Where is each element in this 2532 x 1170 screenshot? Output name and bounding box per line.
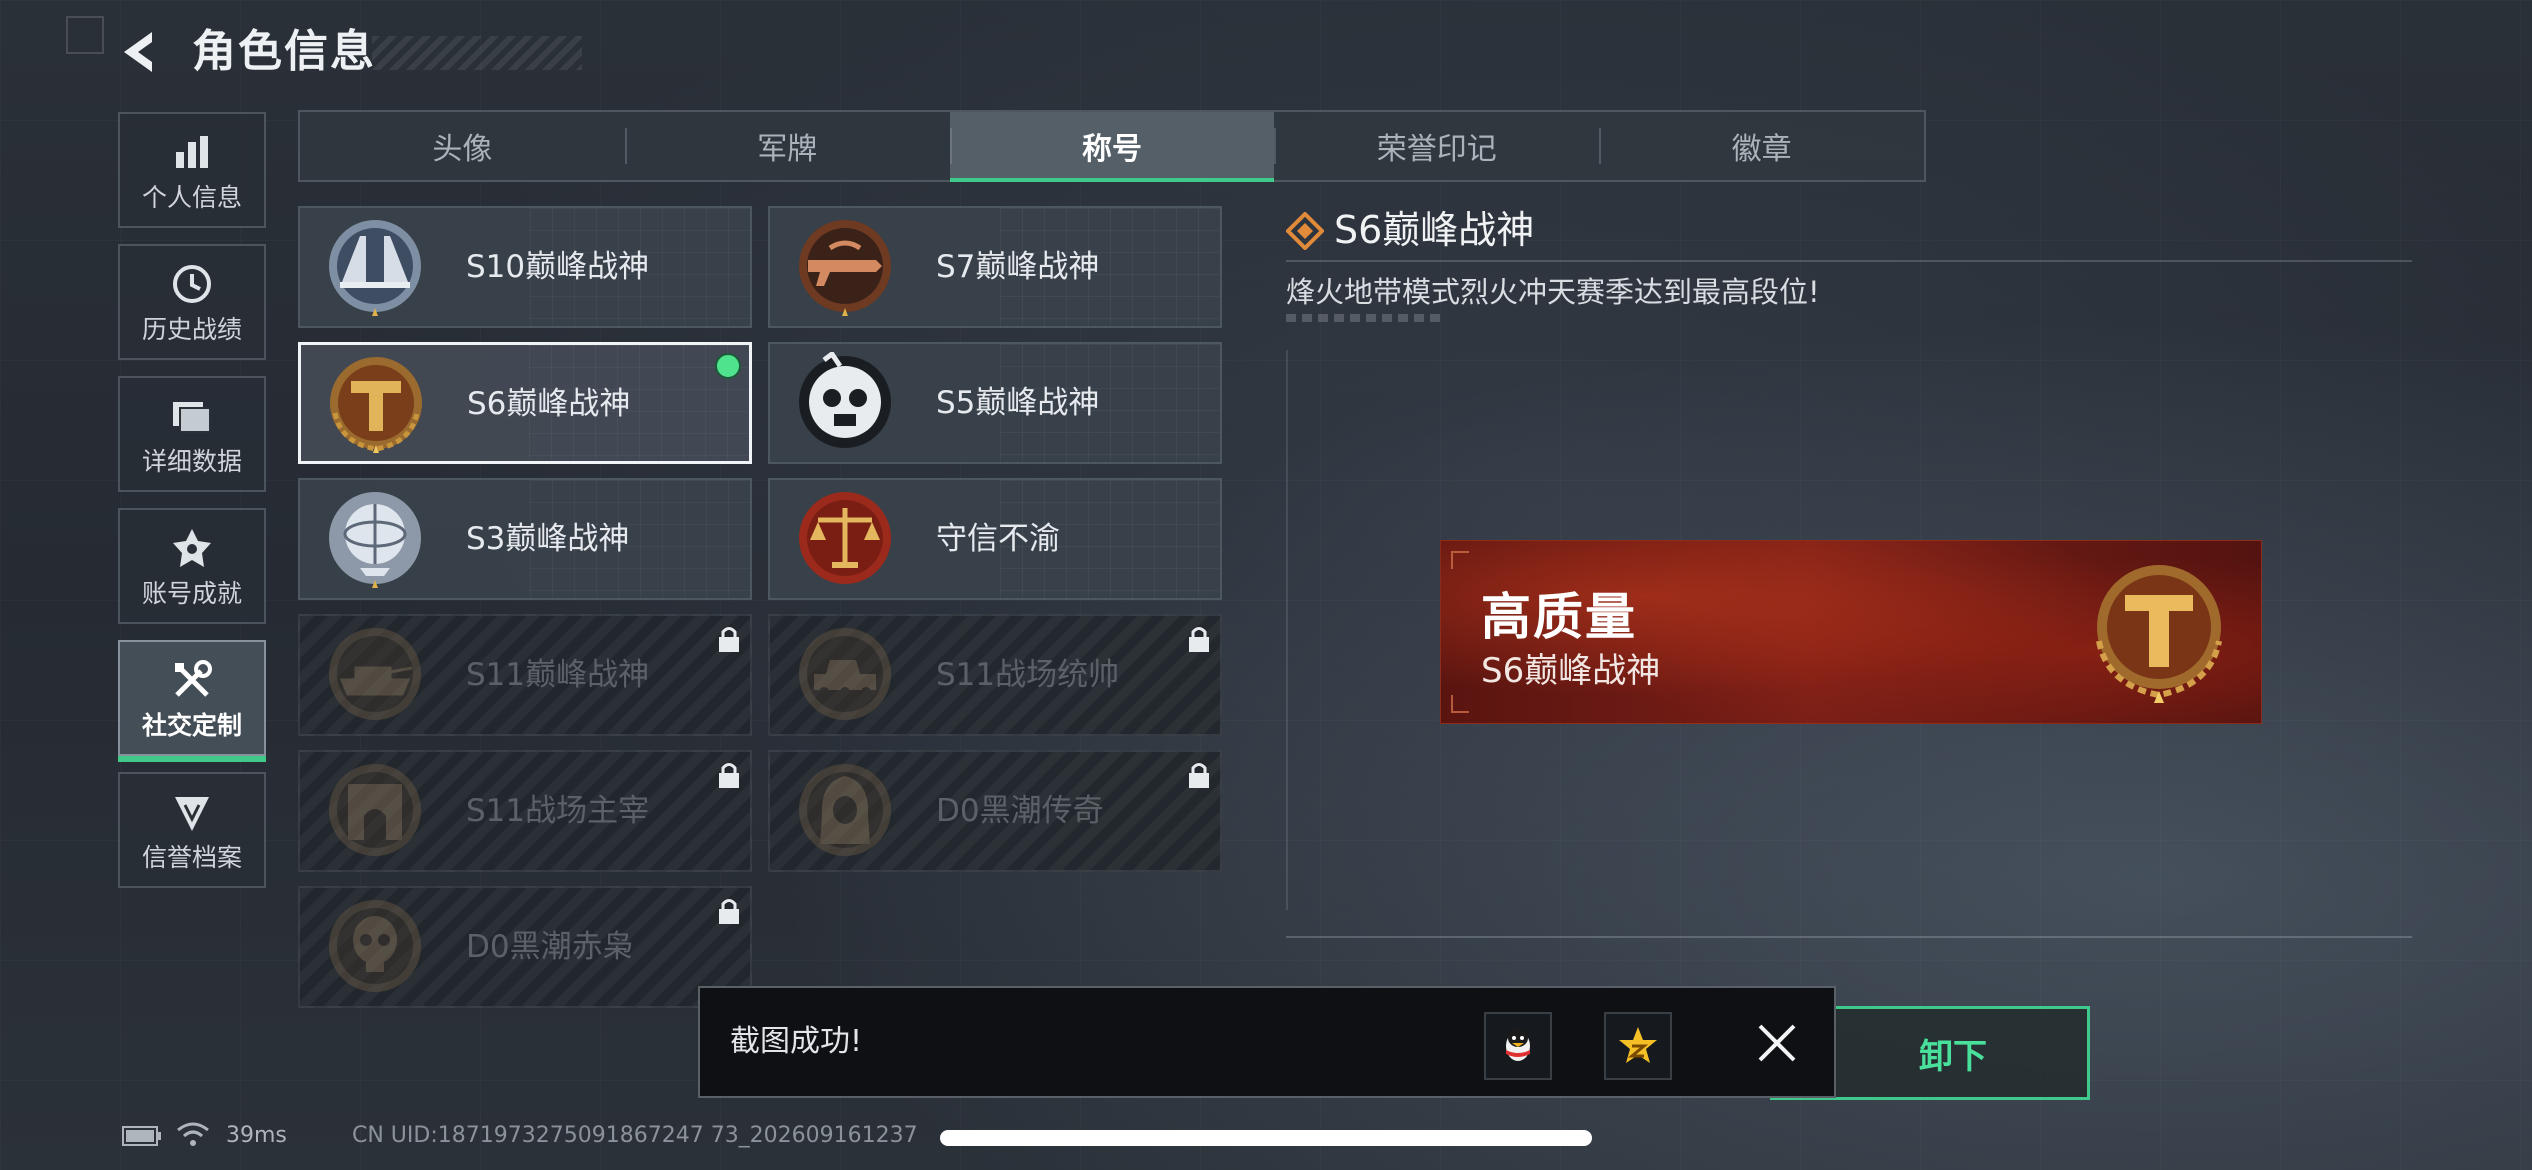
sidebar-item-detailed-data[interactable]: 详细数据	[118, 376, 266, 492]
title-card-locked[interactable]: S11战场主宰	[298, 750, 752, 872]
tab-avatar[interactable]: 头像	[300, 112, 625, 180]
share-qq-button[interactable]	[1484, 1012, 1552, 1080]
preview-sub-text: S6巅峰战神	[1481, 651, 1661, 691]
sidebar-item-label: 历史战绩	[141, 315, 242, 344]
skull-emblem-icon	[329, 900, 421, 992]
clock-icon	[120, 262, 264, 306]
title-preview-banner: 高质量 S6巅峰战神	[1440, 540, 2262, 724]
sidebar-item-social-custom[interactable]: 社交定制	[118, 640, 266, 762]
title-card[interactable]: S5巅峰战神	[768, 342, 1222, 464]
tab-title[interactable]: 称号	[949, 112, 1275, 182]
lock-icon	[1189, 763, 1209, 788]
red-scales-emblem-icon	[799, 492, 891, 584]
tab-badge[interactable]: 徽章	[1599, 112, 1924, 180]
detail-divider	[1286, 260, 2412, 262]
title-card[interactable]: S10巅峰战神	[298, 206, 752, 328]
preview-main-text: 高质量	[1481, 588, 1637, 646]
sidebar-item-reputation[interactable]: 信誉档案	[118, 772, 266, 888]
detail-title: S6巅峰战神	[1334, 208, 1535, 252]
title-card-selected[interactable]: S6巅峰战神	[298, 342, 752, 464]
title-name: S11战场主宰	[466, 793, 650, 829]
title-name: D0黑潮赤枭	[466, 929, 634, 965]
lock-icon	[1189, 627, 1209, 652]
title-card[interactable]: 守信不渝	[768, 478, 1222, 600]
title-decoration	[372, 36, 582, 70]
equipped-indicator	[715, 353, 741, 379]
wifi-icon	[177, 1122, 209, 1146]
qq-penguin-icon	[1506, 1029, 1530, 1061]
sidebar-item-label: 详细数据	[141, 447, 242, 476]
qzone-star-icon	[1619, 1027, 1657, 1063]
silver-bridge-emblem-icon	[329, 220, 421, 316]
frame-line	[1286, 936, 2412, 938]
tab-honor-mark[interactable]: 荣誉印记	[1274, 112, 1599, 180]
back-arrow-icon	[124, 32, 152, 72]
silver-globe-emblem-icon	[329, 492, 421, 588]
title-name: S6巅峰战神	[467, 386, 631, 422]
tools-icon	[120, 658, 264, 702]
title-name: S11巅峰战神	[466, 657, 650, 693]
corner-decoration	[66, 16, 104, 54]
title-name: S5巅峰战神	[936, 385, 1100, 421]
title-card-locked[interactable]: S11巅峰战神	[298, 614, 752, 736]
frame-line	[1286, 350, 1288, 910]
detail-description: 烽火地带模式烈火冲天赛季达到最高段位!	[1286, 275, 1820, 309]
back-button[interactable]	[112, 22, 172, 82]
sidebar-item-label: 社交定制	[141, 711, 242, 740]
tank-emblem-icon	[329, 628, 421, 720]
detail-subtext-decoration	[1286, 314, 1446, 322]
close-icon[interactable]	[1752, 1018, 1802, 1068]
uid-text: CN UID:1871973275091867247 73_2026091612…	[352, 1123, 918, 1148]
sidebar-item-achievements[interactable]: 账号成就	[118, 508, 266, 624]
battery-icon	[122, 1126, 161, 1146]
sidebar-item-label: 信誉档案	[141, 843, 242, 872]
bronze-gun-emblem-icon	[799, 220, 891, 316]
shield-icon	[120, 790, 264, 834]
lock-icon	[719, 627, 739, 652]
page-title: 角色信息	[192, 26, 376, 77]
home-indicator[interactable]	[940, 1130, 1592, 1146]
title-card[interactable]: S7巅峰战神	[768, 206, 1222, 328]
sidebar-item-label: 账号成就	[141, 579, 242, 608]
title-diamond-icon	[1286, 212, 1324, 250]
achievement-icon	[120, 526, 264, 570]
sidebar-item-personal-info[interactable]: 个人信息	[118, 112, 266, 228]
bar-chart-icon	[120, 130, 264, 174]
title-card[interactable]: S3巅峰战神	[298, 478, 752, 600]
hooded-figure-emblem-icon	[799, 764, 891, 856]
title-card-locked[interactable]: S11战场统帅	[768, 614, 1222, 736]
title-card-locked[interactable]: D0黑潮赤枭	[298, 886, 752, 1008]
gold-t-emblem-icon	[2096, 565, 2222, 703]
lock-icon	[719, 763, 739, 788]
tab-dog-tag[interactable]: 军牌	[624, 112, 950, 180]
ping-value: 39ms	[226, 1123, 287, 1148]
title-name: S11战场统帅	[936, 657, 1120, 693]
title-name: 守信不渝	[936, 521, 1060, 557]
sidebar-item-label: 个人信息	[141, 183, 242, 212]
folder-icon	[120, 394, 264, 438]
title-name: S3巅峰战神	[466, 521, 630, 557]
share-qzone-button[interactable]	[1604, 1012, 1672, 1080]
title-card-locked[interactable]: D0黑潮传奇	[768, 750, 1222, 872]
title-name: S10巅峰战神	[466, 249, 650, 285]
lock-icon	[719, 899, 739, 924]
screenshot-toast: 截图成功!	[698, 986, 1836, 1098]
toast-message: 截图成功!	[730, 1024, 863, 1059]
sidebar-item-history[interactable]: 历史战绩	[118, 244, 266, 360]
title-name: D0黑潮传奇	[936, 793, 1104, 829]
skull-gasmask-emblem-icon	[799, 352, 891, 448]
gold-t-emblem-icon	[330, 357, 422, 453]
armored-vehicle-emblem-icon	[799, 628, 891, 720]
category-tabs: 头像 军牌 称号 荣誉印记 徽章	[298, 110, 1926, 182]
arch-emblem-icon	[329, 764, 421, 856]
title-name: S7巅峰战神	[936, 249, 1100, 285]
